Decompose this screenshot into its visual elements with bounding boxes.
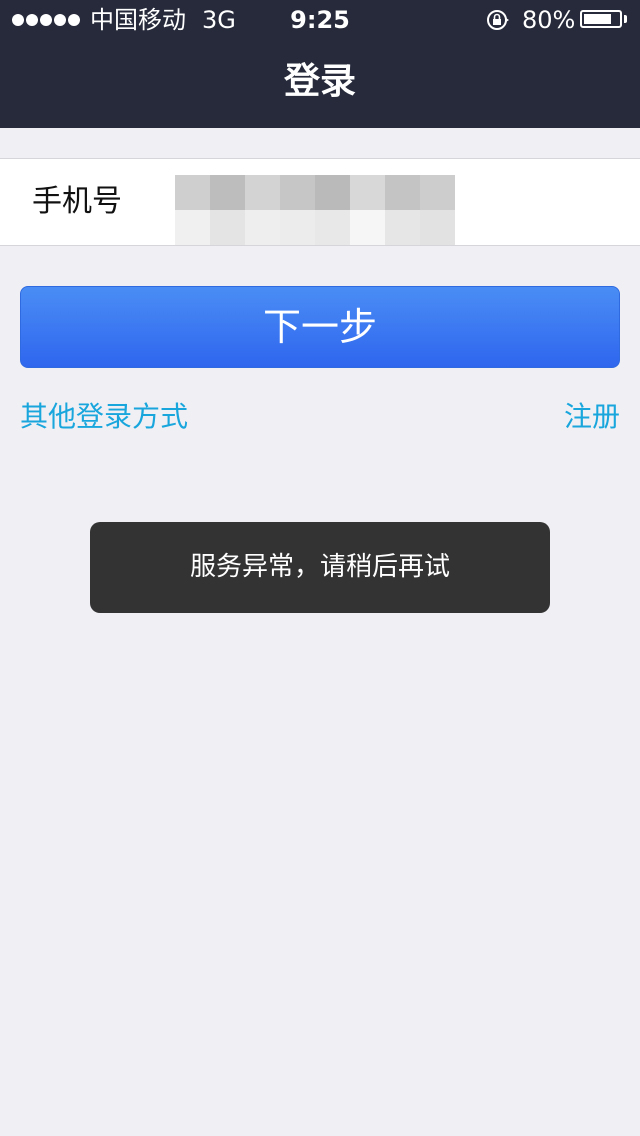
battery-percentage: 80%: [522, 6, 576, 34]
other-login-link[interactable]: 其他登录方式: [20, 396, 188, 438]
phone-number-input[interactable]: [170, 173, 610, 231]
phone-label: 手机号: [32, 184, 122, 219]
next-step-button[interactable]: 下一步: [20, 286, 620, 368]
battery-fill: [584, 14, 611, 24]
register-link[interactable]: 注册: [564, 396, 620, 438]
battery-icon: [580, 10, 622, 28]
error-toast: 服务异常，请稍后再试: [90, 522, 550, 613]
page-title: 登录: [283, 61, 356, 102]
orientation-lock-icon: [487, 10, 509, 30]
navigation-bar: 中国移动 3G 9:25 80% 登录: [0, 0, 640, 128]
status-bar: 中国移动 3G 9:25 80%: [0, 0, 640, 40]
battery-tip: [624, 15, 627, 23]
phone-number-row: 手机号: [0, 158, 640, 246]
